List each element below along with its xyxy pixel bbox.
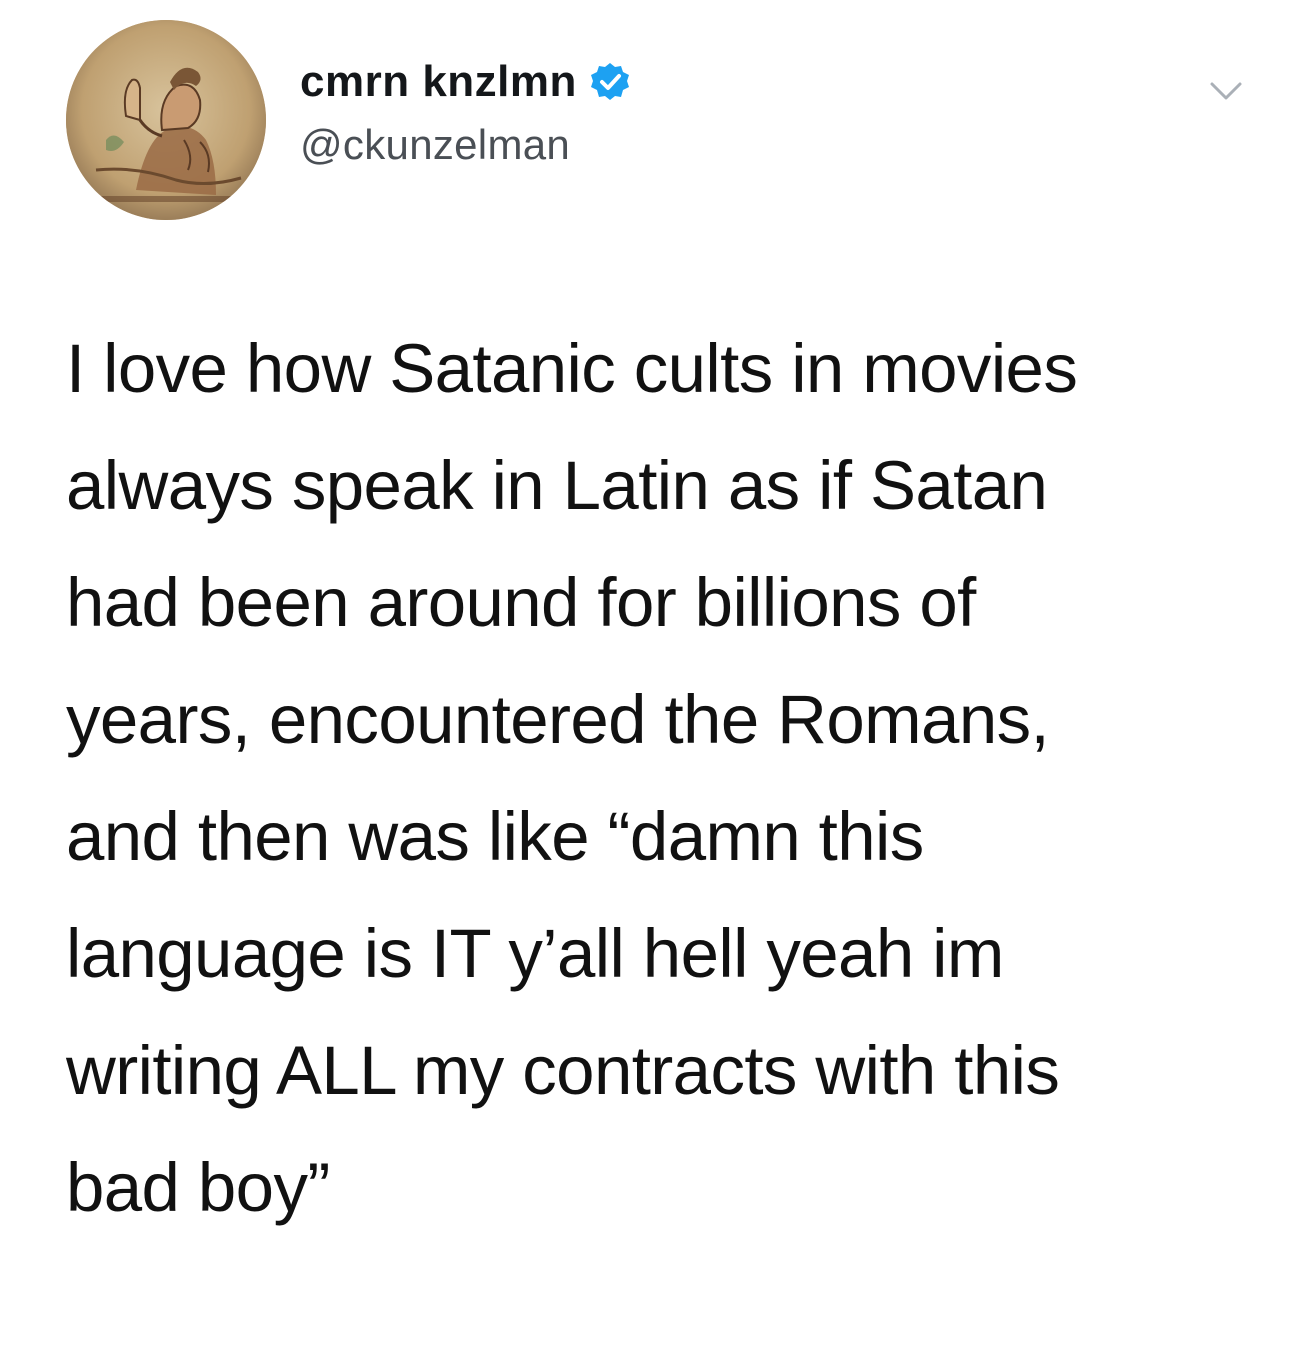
tweet-text-line: always speak in Latin as if Satan bbox=[66, 447, 1048, 524]
verified-badge-icon bbox=[589, 61, 631, 103]
author-display-name[interactable]: cmrn knzlmn bbox=[300, 58, 577, 106]
tweet-text: I love how Satanic cults in movies alway… bbox=[66, 310, 1276, 1246]
display-name-row: cmrn knzlmn bbox=[300, 58, 631, 106]
tweet-text-line: years, encountered the Romans, bbox=[66, 681, 1050, 758]
tweet-text-line: and then was like “damn this bbox=[66, 798, 924, 875]
tweet-header: cmrn knzlmn @ckunzelman bbox=[66, 20, 1266, 220]
tweet-text-line: writing ALL my contracts with this bbox=[66, 1032, 1060, 1109]
tweet-text-line: I love how Satanic cults in movies bbox=[66, 330, 1078, 407]
avatar[interactable] bbox=[66, 20, 266, 220]
author-names: cmrn knzlmn @ckunzelman bbox=[300, 58, 631, 168]
tweet-text-line: had been around for billions of bbox=[66, 564, 976, 641]
author-handle[interactable]: @ckunzelman bbox=[300, 122, 631, 168]
tweet-text-line: bad boy” bbox=[66, 1149, 330, 1226]
tweet-text-line: language is IT y’all hell yeah im bbox=[66, 915, 1004, 992]
tweet-card: cmrn knzlmn @ckunzelman I love how Satan… bbox=[0, 0, 1300, 1365]
chevron-down-icon[interactable] bbox=[1206, 72, 1246, 112]
avatar-illustration bbox=[66, 20, 266, 220]
